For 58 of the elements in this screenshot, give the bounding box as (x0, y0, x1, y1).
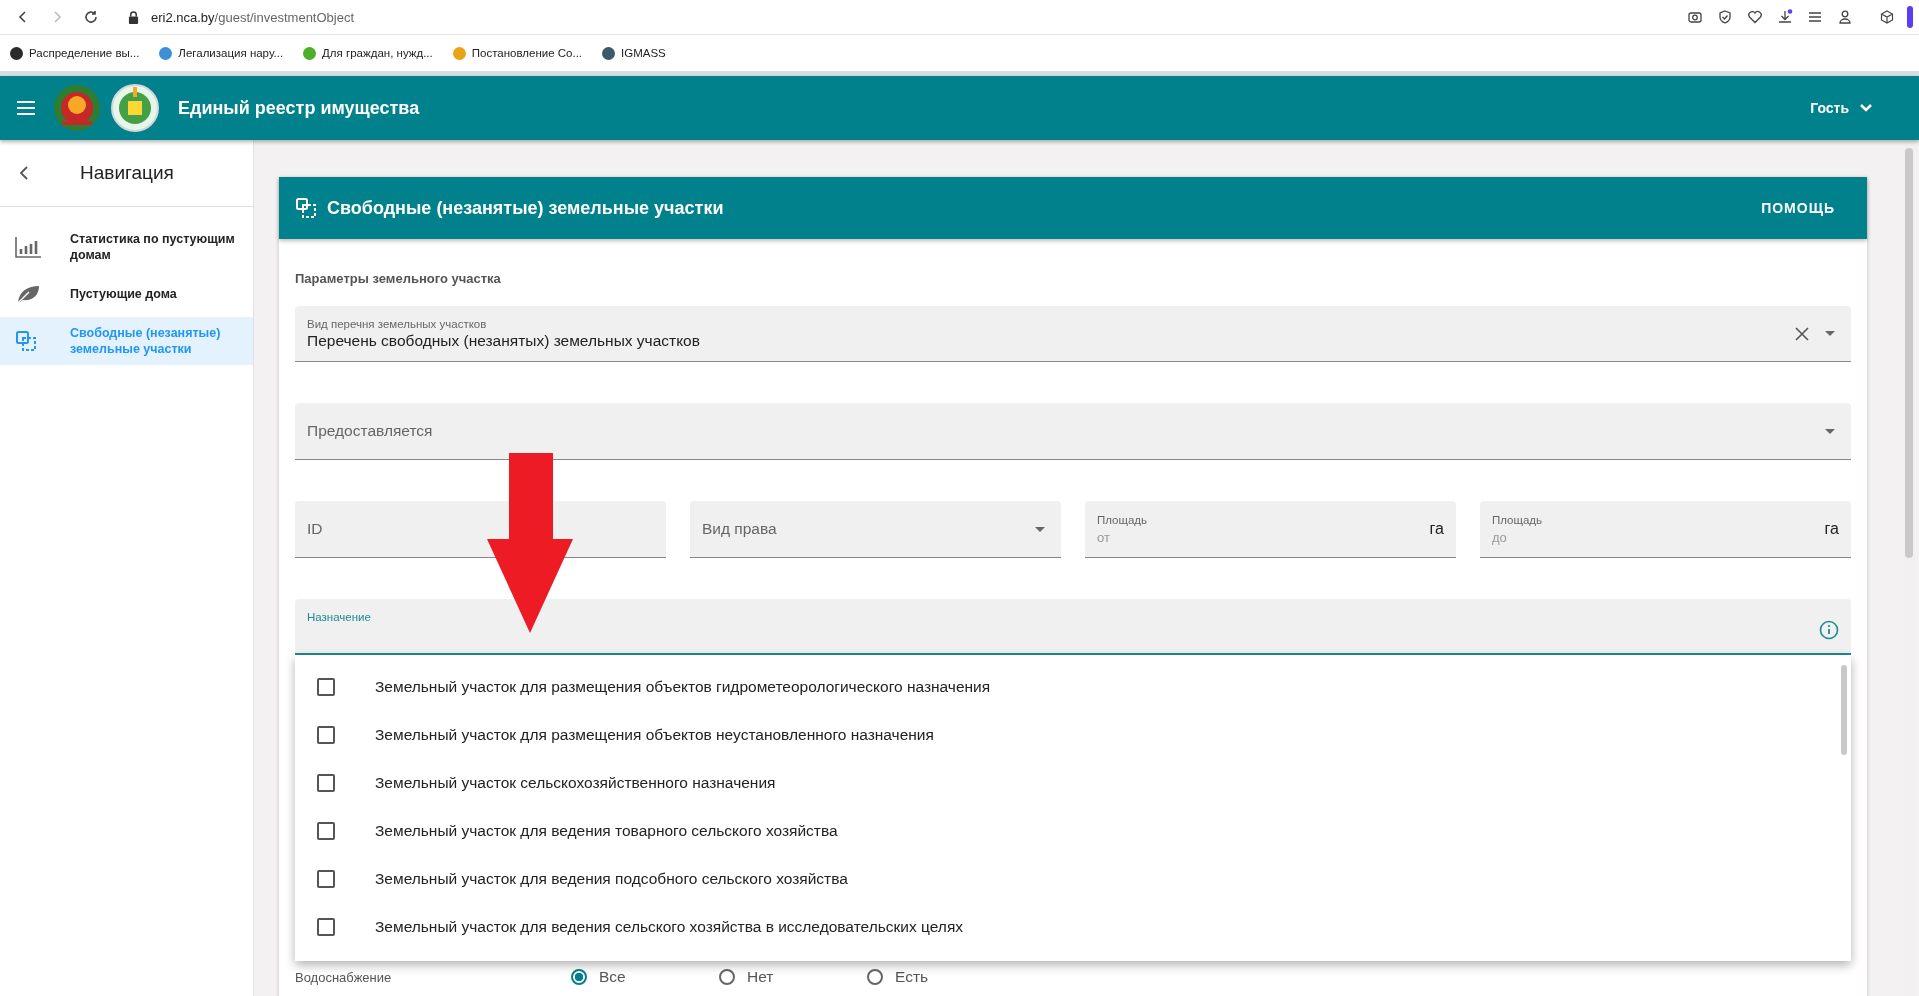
address-bar[interactable]: eri2.nca.by/guest/investmentObject (151, 9, 355, 25)
select-field[interactable]: Вид перечня земельных участков Перечень свободных (незанятых) земельных участков (295, 306, 1851, 362)
checkbox[interactable] (317, 822, 335, 840)
profile-icon[interactable] (1837, 9, 1853, 25)
lock-icon (128, 10, 139, 24)
user-menu-button[interactable]: Гость (1806, 96, 1877, 120)
input-field[interactable]: Площадь до га (1480, 501, 1851, 558)
emblem-icon (52, 83, 102, 133)
radio-option[interactable]: Все (571, 968, 719, 986)
chevron-down-icon (1859, 103, 1873, 113)
emblem-icon (110, 83, 160, 133)
checkbox[interactable] (317, 918, 335, 936)
dropdown-arrow-icon (1035, 526, 1045, 532)
bookmark-link[interactable]: Распределение вы... (10, 46, 140, 60)
dropdown-arrow-icon (1825, 331, 1835, 336)
select-field[interactable]: Предоставляется (295, 403, 1851, 460)
sidebar-indicator (1907, 6, 1913, 28)
sidebar-title: Навигация (80, 162, 174, 184)
nav-item[interactable]: Пустующие дома (0, 271, 253, 317)
dropdown-arrow-icon (1825, 428, 1835, 434)
checkbox[interactable] (317, 870, 335, 888)
option-item[interactable]: Земельный участок для размещения объектов неустановленного назначения (295, 711, 1851, 759)
heart-icon[interactable] (1747, 9, 1763, 25)
field-label: Водоснабжение (295, 969, 393, 985)
option-item[interactable]: Земельный участок для размещения объектов гидрометеорологического назначения (295, 663, 1851, 711)
radio-option[interactable]: Нет (719, 968, 867, 986)
section-label: Параметры земельного участка (295, 270, 502, 288)
bookmark-link[interactable]: Для граждан, нужд... (303, 46, 433, 60)
download-icon[interactable] (1777, 9, 1793, 25)
checkbox[interactable] (317, 774, 335, 792)
bar-chart-icon (14, 236, 42, 258)
option-item[interactable]: Земельный участок для ведения подсобного сельского хозяйства (295, 855, 1851, 903)
cube-icon[interactable] (1879, 9, 1895, 25)
sliders-icon[interactable] (1807, 9, 1823, 25)
bookmark-link[interactable]: Легализация нару... (159, 46, 284, 60)
info-icon[interactable] (1819, 620, 1839, 640)
selection-icon (295, 197, 317, 219)
collapse-icon[interactable] (18, 165, 30, 181)
app-title: Единый реестр имущества (178, 97, 420, 119)
camera-icon[interactable] (1687, 9, 1703, 25)
select-field[interactable]: Вид права (690, 501, 1061, 558)
nav-item[interactable]: Статистика по пустующим домам (0, 223, 253, 271)
option-item[interactable]: Земельный участок сельскохозяйственного назначения (295, 759, 1851, 807)
bookmark-link[interactable]: IGMASS (602, 46, 666, 60)
card-title: Свободные (незанятые) земельные участки (327, 197, 724, 219)
shield-icon[interactable] (1717, 9, 1733, 25)
help-button[interactable]: ПОМОЩЬ (1755, 199, 1841, 217)
input-field[interactable]: Площадь от га (1085, 501, 1456, 558)
checkbox[interactable] (317, 726, 335, 744)
option-item[interactable]: Земельный участок для ведения товарного сельского хозяйства (295, 807, 1851, 855)
radio-option[interactable]: Есть (867, 968, 1015, 986)
option-item[interactable]: Земельный участок для ведения сельского хозяйства в исследовательских целях (295, 903, 1851, 951)
clear-icon[interactable] (1795, 326, 1809, 341)
menu-icon[interactable] (16, 100, 36, 116)
multiselect-field[interactable]: Назначение (295, 599, 1851, 655)
reload-icon[interactable] (83, 9, 99, 25)
checkbox[interactable] (317, 678, 335, 696)
bookmark-link[interactable]: Постановление Со... (452, 46, 583, 60)
